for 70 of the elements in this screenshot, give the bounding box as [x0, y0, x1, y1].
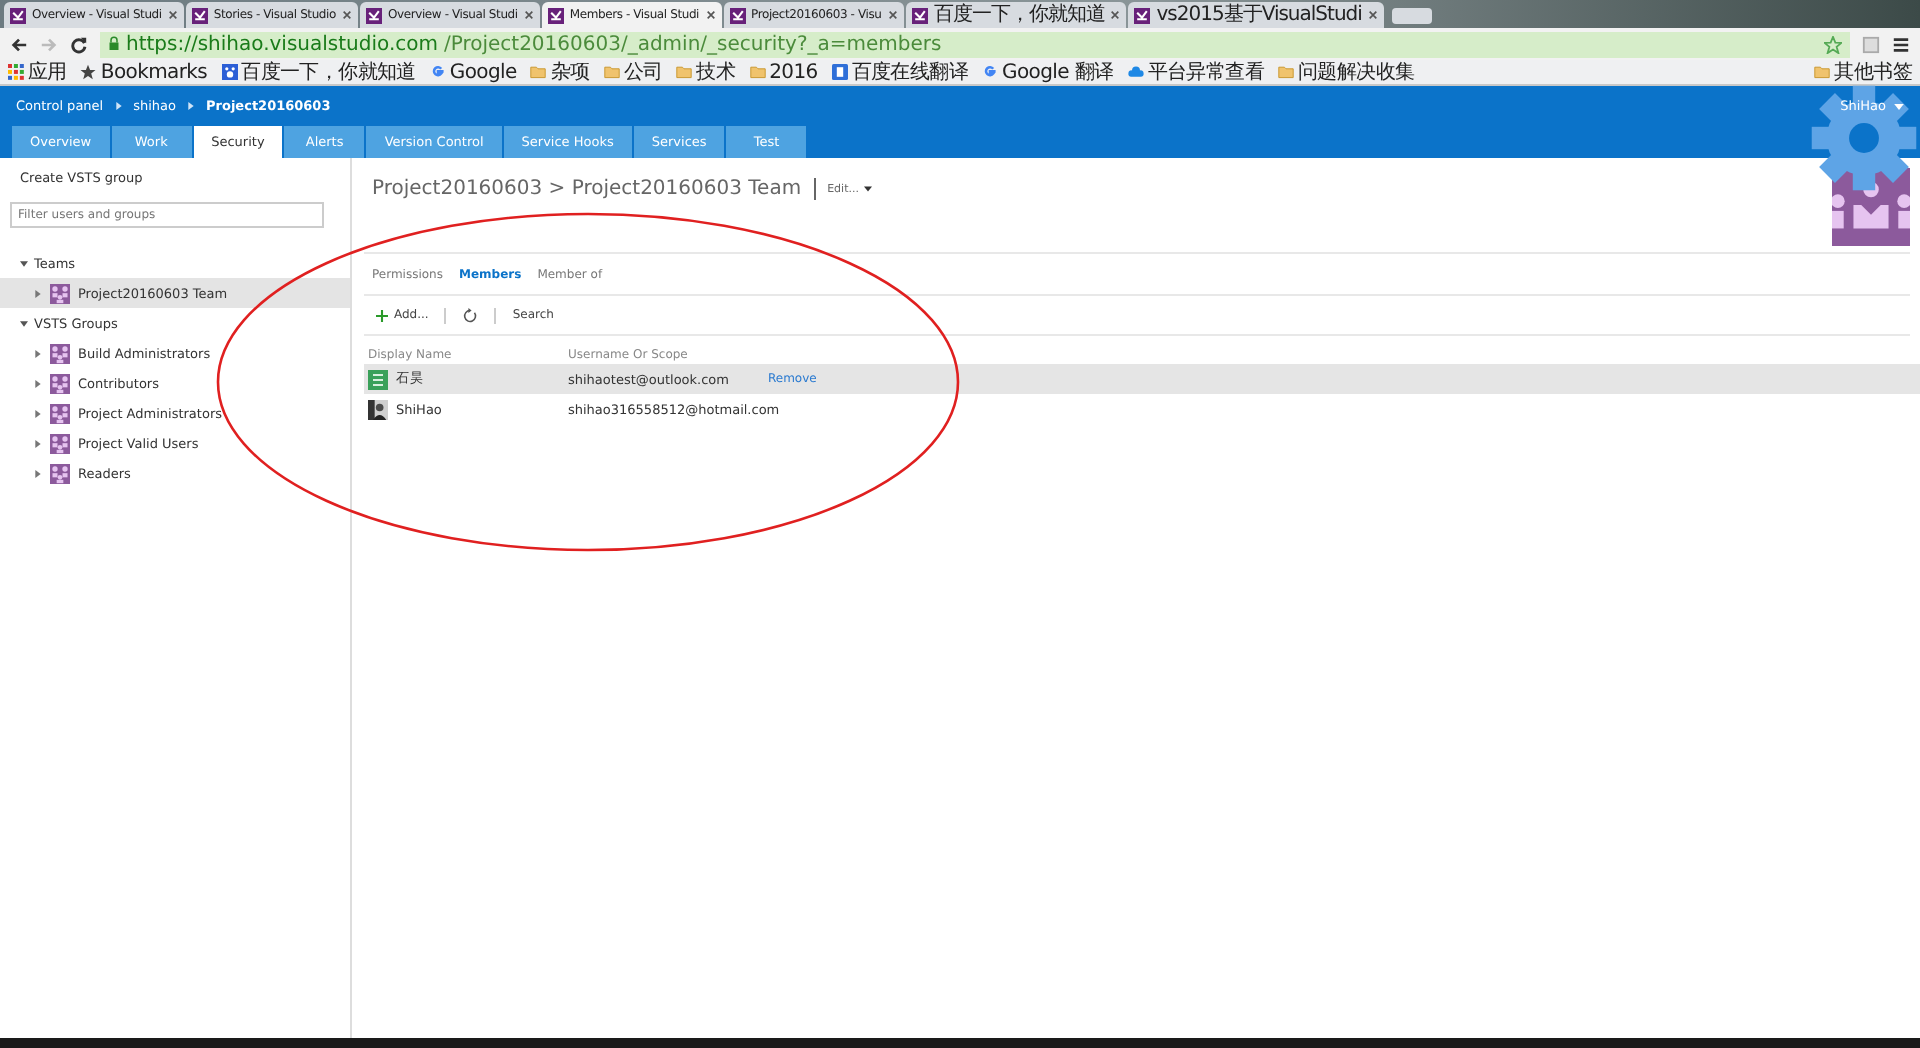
expand-icon[interactable]: [34, 409, 42, 417]
logo-icon: [10, 7, 26, 23]
plus-icon: [376, 309, 388, 321]
folder-icon: [676, 64, 693, 80]
browser-tab[interactable]: 百度一下，你就知道: [905, 2, 1127, 28]
bookmark[interactable]: 问题解决收集: [1277, 61, 1415, 83]
close-icon[interactable]: [887, 10, 898, 20]
chevron-icon: [188, 102, 195, 110]
page-title: Project20160603 > Project20160603 Team: [372, 178, 816, 200]
folder-icon: [530, 64, 547, 80]
group-icon: [50, 433, 70, 453]
close-icon[interactable]: [705, 10, 716, 20]
lock-icon: [108, 36, 120, 52]
bookmark[interactable]: 百度在线翻译: [831, 61, 969, 83]
bookmark[interactable]: 其他书签: [1814, 61, 1912, 83]
refresh-icon[interactable]: [462, 307, 479, 323]
close-icon[interactable]: [1367, 10, 1378, 20]
menu-icon[interactable]: [1892, 35, 1910, 53]
expand-icon[interactable]: [34, 349, 42, 357]
bookmark[interactable]: 公司: [603, 61, 663, 83]
google-icon: [429, 64, 446, 80]
caret-icon[interactable]: [864, 186, 873, 192]
close-icon[interactable]: [523, 10, 534, 20]
google-icon: [982, 64, 999, 80]
group-icon: [50, 283, 70, 303]
logo-icon: [911, 7, 928, 23]
reload-icon[interactable]: [70, 35, 88, 53]
bookmark[interactable]: Google: [429, 61, 517, 83]
translate-icon: [831, 64, 848, 80]
group-icon: [50, 463, 70, 483]
paw-icon: [221, 64, 238, 80]
folder-icon: [749, 64, 766, 80]
logo-icon: [729, 7, 746, 23]
cloud-icon: [1127, 64, 1144, 80]
bookmark[interactable]: 技术: [676, 61, 736, 83]
expand-icon[interactable]: [34, 379, 42, 387]
browser-tab[interactable]: vs2015基于VisualStudi: [1128, 2, 1384, 28]
folder-icon: [1277, 64, 1294, 80]
close-icon[interactable]: [1110, 10, 1121, 20]
back-icon[interactable]: [10, 35, 28, 53]
star-icon: [80, 64, 97, 80]
star-icon[interactable]: [1824, 35, 1842, 53]
logo-icon: [1134, 7, 1151, 23]
logo-icon: [365, 7, 382, 23]
expand-icon[interactable]: [34, 289, 42, 297]
group-icon: [50, 373, 70, 393]
close-icon[interactable]: [167, 10, 178, 20]
bookmark[interactable]: Bookmarks: [80, 61, 208, 83]
expand-icon[interactable]: [20, 259, 28, 267]
expand-icon[interactable]: [34, 439, 42, 447]
chevron-icon: [115, 102, 122, 110]
avatar-icon: [368, 369, 388, 389]
bookmark[interactable]: 杂项: [530, 61, 590, 83]
expand-icon[interactable]: [20, 319, 28, 327]
expand-icon[interactable]: [34, 469, 42, 477]
logo-icon: [191, 7, 208, 23]
address-bar[interactable]: https://shihao.visualstudio.com /Project20160603/_admin/_security?_a=members: [100, 31, 1850, 57]
bookmark[interactable]: 平台异常查看: [1127, 61, 1264, 83]
bookmark[interactable]: 2016: [749, 61, 818, 83]
close-icon[interactable]: [341, 10, 352, 20]
logo-icon: [547, 7, 564, 23]
group-icon: [50, 343, 70, 363]
bookmark[interactable]: Google 翻译: [982, 61, 1114, 83]
bookmark[interactable]: 百度一下，你就知道: [221, 61, 416, 83]
folder-icon: [1814, 64, 1831, 80]
bookmark[interactable]: 应用: [8, 61, 67, 83]
new-tab-button[interactable]: [1391, 8, 1432, 24]
apps-icon: [8, 64, 24, 80]
group-icon: [50, 403, 70, 423]
folder-icon: [603, 64, 620, 80]
